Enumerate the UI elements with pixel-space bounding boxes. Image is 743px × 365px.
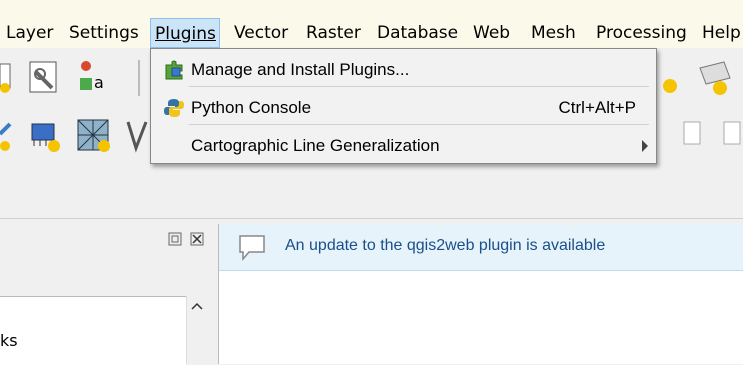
label-style-icon[interactable]: a	[76, 58, 110, 94]
menu-raster-label: Raster	[306, 23, 361, 43]
speech-bubble-icon	[239, 235, 265, 262]
menu-web-label: Web	[473, 23, 511, 43]
layers-list: ks	[0, 296, 186, 365]
map-canvas-area: An update to the qgis2web plugin is avai…	[218, 224, 743, 364]
menu-layer-label: Layer	[6, 23, 54, 43]
menu-plugins[interactable]: Plugins	[150, 18, 220, 48]
raster-chip-icon[interactable]	[28, 118, 62, 152]
message-bar: An update to the qgis2web plugin is avai…	[219, 224, 743, 271]
puzzle-icon	[165, 60, 183, 80]
list-item[interactable]: ks	[0, 331, 18, 350]
copy-icon[interactable]	[680, 120, 704, 150]
menu-item-python-console[interactable]: Python Console Ctrl+Alt+P	[151, 91, 656, 125]
plugins-dropdown-menu: Manage and Install Plugins... Python Con…	[150, 48, 657, 164]
edit-settings-icon[interactable]	[26, 60, 64, 96]
message-bar-text: An update to the qgis2web plugin is avai…	[285, 237, 606, 254]
python-console-label: Python Console	[191, 98, 312, 117]
menu-mesh-label: Mesh	[531, 23, 576, 43]
paste-icon[interactable]	[720, 120, 743, 150]
python-console-shortcut: Ctrl+Alt+P	[558, 98, 636, 117]
point-cloud-icon[interactable]	[694, 58, 734, 98]
line-tool-icon[interactable]	[0, 114, 12, 154]
menu-divider	[189, 86, 649, 87]
menu-database[interactable]: Database	[377, 18, 458, 48]
menu-raster[interactable]: Raster	[306, 18, 361, 48]
cartographic-line-label: Cartographic Line Generalization	[191, 136, 440, 155]
menu-bar: Layer Settings Plugins Vector Raster Dat…	[0, 0, 743, 48]
manage-plugins-label: Manage and Install Plugins...	[191, 60, 410, 79]
close-panel-icon[interactable]	[190, 232, 204, 246]
menu-processing[interactable]: Processing	[596, 18, 687, 48]
float-panel-icon[interactable]	[168, 232, 182, 246]
svg-text:a: a	[94, 73, 104, 92]
menu-vector-label: Vector	[234, 23, 289, 43]
vertex-tool-icon[interactable]	[124, 118, 150, 154]
toolbar-separator-icon	[138, 60, 140, 96]
menu-help-label: Help	[702, 23, 741, 43]
scroll-up-icon[interactable]	[191, 302, 203, 310]
menu-divider	[189, 124, 649, 125]
menu-web[interactable]: Web	[473, 18, 510, 48]
submenu-arrow-icon	[642, 140, 648, 152]
menu-vector[interactable]: Vector	[234, 18, 288, 48]
menu-database-label: Database	[377, 23, 459, 43]
mesh-layer-icon[interactable]	[656, 60, 688, 94]
menu-layer[interactable]: Layer	[6, 18, 53, 48]
new-layer-icon[interactable]	[0, 60, 14, 94]
toolbar-area-lower	[0, 158, 743, 219]
menu-help[interactable]: Help	[702, 18, 741, 48]
layers-panel: ks	[0, 224, 210, 365]
menu-mesh[interactable]: Mesh	[531, 18, 576, 48]
grid-layer-icon[interactable]	[76, 118, 112, 154]
menu-processing-label: Processing	[596, 23, 687, 43]
menu-item-cartographic-line-generalization[interactable]: Cartographic Line Generalization	[151, 129, 656, 163]
vertical-scrollbar[interactable]	[186, 296, 207, 364]
menu-settings-label: Settings	[69, 23, 139, 43]
menu-settings[interactable]: Settings	[69, 18, 139, 48]
menu-item-manage-plugins[interactable]: Manage and Install Plugins...	[151, 53, 656, 87]
menu-plugins-label: Plugins	[155, 24, 216, 44]
python-icon	[164, 99, 184, 117]
